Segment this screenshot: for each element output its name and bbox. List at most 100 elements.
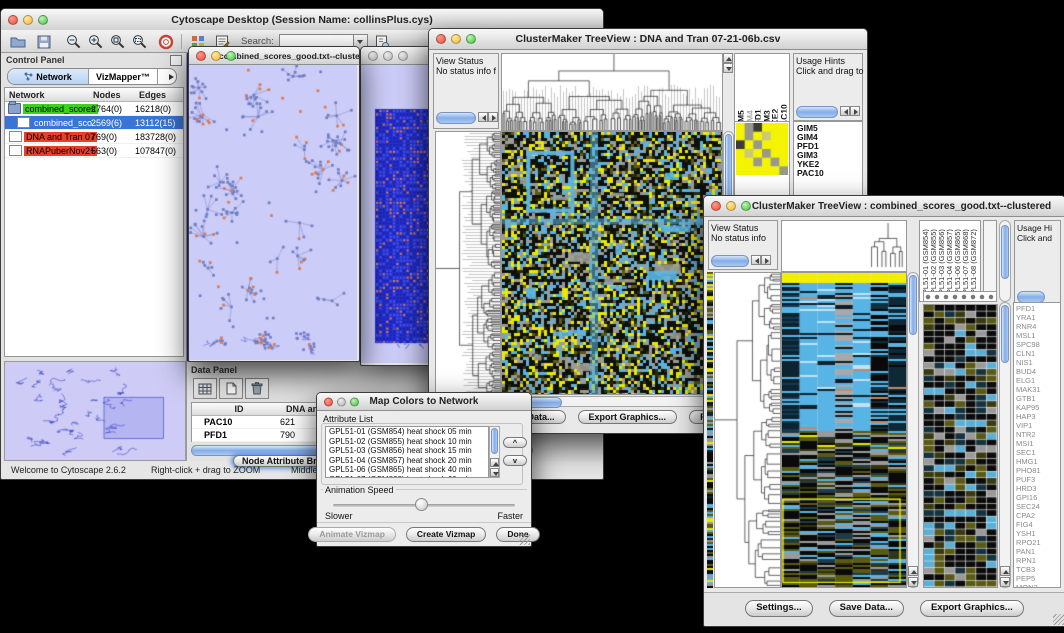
zoom-window-icon[interactable] <box>350 397 359 406</box>
minimize-icon[interactable] <box>383 51 393 61</box>
attribute-list-item[interactable]: GPL51-04 (GSM857) heat shock 20 min <box>326 456 488 466</box>
zoom-fit-icon[interactable] <box>131 33 149 50</box>
column-label[interactable]: GPL51-01 (GSM854) <box>921 222 929 300</box>
gene-label[interactable]: GTB1 <box>1016 394 1060 403</box>
column-label[interactable]: GPL51-03 (GSM856) <box>937 222 945 300</box>
attribute-list-item[interactable]: GPL51-01 (GSM854) heat shock 05 min <box>326 427 488 437</box>
gene-list-vthumb[interactable] <box>1001 305 1009 363</box>
gene-label[interactable]: PEP5 <box>1016 574 1060 583</box>
gene-label[interactable]: ELG1 <box>1016 376 1060 385</box>
animation-speed-slider-thumb[interactable] <box>415 498 428 511</box>
treeview-button[interactable]: Settings... <box>745 600 812 617</box>
treeview-button[interactable]: Export Graphics... <box>920 600 1024 617</box>
tab-vizmapper[interactable]: VizMapper™ <box>89 69 158 84</box>
minimize-icon[interactable] <box>726 201 736 211</box>
zoom-window-icon[interactable] <box>38 15 48 25</box>
gene-label[interactable]: BUD4 <box>1016 367 1060 376</box>
gene-label[interactable]: HAP3 <box>1016 412 1060 421</box>
dna-status-hscrollbar[interactable] <box>436 112 476 124</box>
column-label[interactable]: GPL51-06 (GSM865) <box>953 222 961 300</box>
gene-label[interactable]: SPC98 <box>1016 340 1060 349</box>
gene-label[interactable]: YRA1 <box>1016 313 1060 322</box>
scroll-left-icon[interactable] <box>478 112 488 122</box>
scroll-down-icon[interactable] <box>490 468 499 477</box>
gene-label[interactable]: HRD3 <box>1016 484 1060 493</box>
dialog-button[interactable]: Animate Vizmap <box>308 527 396 542</box>
gene-label[interactable]: GPI16 <box>1016 493 1060 502</box>
dna-column-dendrogram[interactable] <box>501 53 723 131</box>
combined-status-hscrollbar[interactable] <box>711 255 749 267</box>
column-label[interactable]: YKE2 <box>770 55 778 131</box>
combined-heatmap[interactable] <box>781 272 907 588</box>
gene-label[interactable]: CPA2 <box>1016 511 1060 520</box>
gene-label[interactable]: NTR2 <box>1016 430 1060 439</box>
zoom-window-icon[interactable] <box>398 51 408 61</box>
gene-label[interactable]: YSH1 <box>1016 529 1060 538</box>
close-icon[interactable] <box>196 51 206 61</box>
close-icon[interactable] <box>368 51 378 61</box>
network-list-row[interactable]: combined_scores 2764(0) 16218(0) <box>5 102 183 116</box>
close-icon[interactable] <box>436 34 446 44</box>
treeview-button[interactable]: Export Graphics... <box>578 410 678 424</box>
scroll-down-icon[interactable] <box>908 577 918 587</box>
zoom-window-icon[interactable] <box>226 51 236 61</box>
gene-label[interactable]: MON2 <box>1016 583 1060 588</box>
zoom-window-icon[interactable] <box>741 201 751 211</box>
treeview-dna-titlebar[interactable]: ClusterMaker TreeView : DNA and Tran 07-… <box>429 29 867 50</box>
tab-overflow-arrow-icon[interactable] <box>158 69 177 84</box>
gene-label[interactable]: MSI1 <box>1016 439 1060 448</box>
zoom-out-icon[interactable] <box>65 33 83 50</box>
scroll-left-icon[interactable] <box>840 106 850 116</box>
gene-label[interactable]: TCB3 <box>1016 565 1060 574</box>
dna-row-dendrogram[interactable] <box>435 131 501 395</box>
close-icon[interactable] <box>8 15 18 25</box>
gene-label[interactable]: RNR4 <box>1016 322 1060 331</box>
gene-label[interactable]: SEC1 <box>1016 448 1060 457</box>
dna-usage-hscrollbar[interactable] <box>796 106 838 118</box>
column-label[interactable]: GIM4 <box>745 55 753 131</box>
combined-column-dendrogram[interactable] <box>781 220 907 272</box>
new-attribute-icon[interactable] <box>219 378 243 399</box>
column-label[interactable]: GIM3 <box>762 55 770 131</box>
minimize-icon[interactable] <box>337 397 346 406</box>
zoom-selected-icon[interactable] <box>109 33 127 50</box>
network-list-row[interactable]: DNA and Tran 07 769(0) 183728(0) <box>5 130 183 144</box>
minimize-icon[interactable] <box>451 34 461 44</box>
open-file-icon[interactable] <box>9 33 27 50</box>
resize-grip[interactable] <box>519 534 530 545</box>
dna-heatmap[interactable] <box>501 131 723 395</box>
scroll-down-icon[interactable] <box>1000 577 1010 587</box>
gene-label[interactable]: PAN1 <box>1016 547 1060 556</box>
gene-label[interactable]: PFD1 <box>1016 304 1060 313</box>
combined-vscrollbar[interactable] <box>907 272 919 588</box>
move-attribute-down-button[interactable]: v <box>503 455 527 466</box>
network-titlebar[interactable]: combined_scores_good.txt--cluste... <box>189 47 359 65</box>
gene-label[interactable]: SEC24 <box>1016 502 1060 511</box>
scroll-right-icon[interactable] <box>488 112 498 122</box>
window-controls[interactable] <box>8 15 48 25</box>
network-overview-thumbnail[interactable] <box>4 361 186 461</box>
column-label[interactable]: GPL51-04 (GSM857) <box>945 222 953 300</box>
dna-similarity-matrix[interactable] <box>736 123 788 175</box>
attribute-list-item[interactable]: GPL51-03 (GSM856) heat shock 15 min <box>326 446 488 456</box>
scroll-down-icon[interactable] <box>723 63 733 73</box>
close-icon[interactable] <box>711 201 721 211</box>
network-list-row[interactable]: RNAPuberNov2+ 563(0) 107847(0) <box>5 144 183 158</box>
dialog-titlebar[interactable]: Map Colors to Network <box>317 393 531 411</box>
gene-label[interactable]: KAP95 <box>1016 403 1060 412</box>
zoom-in-icon[interactable] <box>87 33 105 50</box>
scroll-right-icon[interactable] <box>761 255 771 265</box>
column-label[interactable]: GPL51-08 (GSM872) <box>969 222 977 300</box>
treeview-combined-titlebar[interactable]: ClusterMaker TreeView : combined_scores_… <box>704 196 1064 217</box>
attribute-list-vscrollbar[interactable] <box>489 426 500 478</box>
network-canvas[interactable] <box>189 65 357 360</box>
scroll-up-icon[interactable] <box>1000 566 1010 576</box>
scroll-up-icon[interactable] <box>723 53 733 63</box>
gene-label[interactable]: MAK31 <box>1016 385 1060 394</box>
help-lifering-icon[interactable] <box>157 33 175 50</box>
gene-label[interactable]: FIG4 <box>1016 520 1060 529</box>
combined-labels-vthumb[interactable] <box>1001 225 1009 279</box>
attribute-list-vthumb[interactable] <box>491 428 498 454</box>
gene-label[interactable]: CLN1 <box>1016 349 1060 358</box>
save-icon[interactable] <box>35 33 53 50</box>
